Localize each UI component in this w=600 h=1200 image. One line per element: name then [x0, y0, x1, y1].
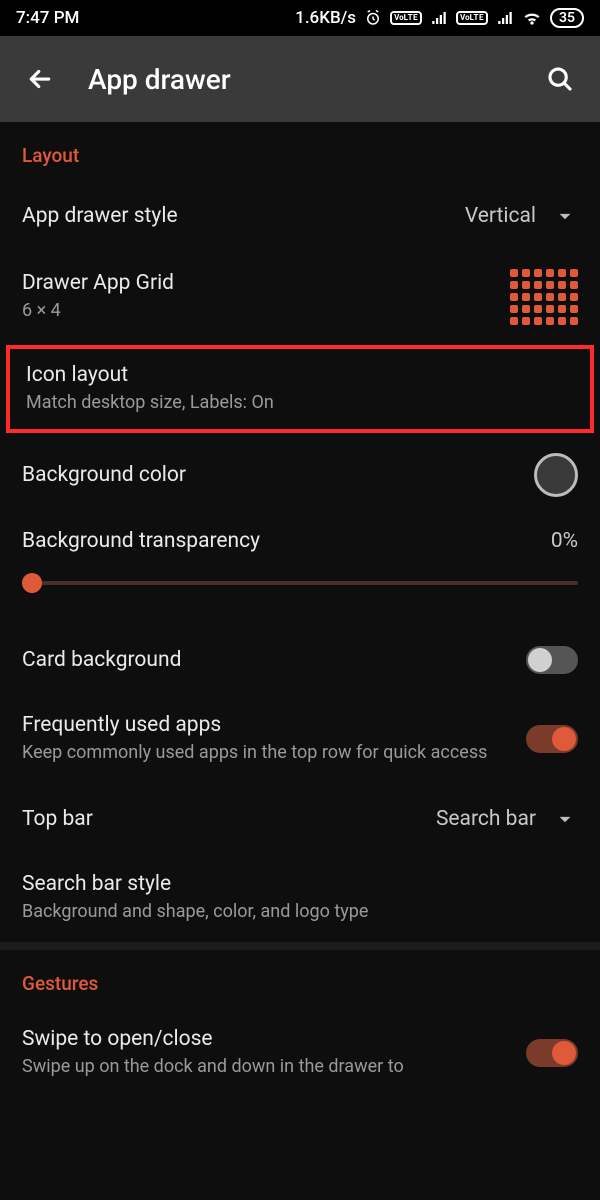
switch-knob	[552, 727, 576, 751]
status-time: 7:47 PM	[16, 8, 79, 28]
app-bar: App drawer	[0, 36, 600, 122]
chevron-down-icon	[552, 806, 578, 832]
pref-app-drawer-style[interactable]: App drawer style Vertical	[0, 181, 600, 251]
pref-swipe-open-close[interactable]: Swipe to open/close Swipe up on the dock…	[0, 1009, 600, 1079]
search-button[interactable]	[540, 59, 580, 99]
pref-title: Icon layout	[26, 363, 574, 387]
section-header-layout: Layout	[0, 122, 600, 181]
switch-knob	[528, 648, 552, 672]
pref-title: Top bar	[22, 807, 420, 831]
signal-icon-1	[430, 9, 448, 27]
slider-thumb[interactable]	[22, 573, 42, 593]
slider-track	[22, 581, 578, 585]
pref-value: Search bar	[436, 807, 536, 831]
pref-drawer-grid[interactable]: Drawer App Grid 6 × 4	[0, 251, 600, 343]
switch-knob	[552, 1041, 576, 1065]
pref-subtitle: Keep commonly used apps in the top row f…	[22, 741, 510, 765]
volte-icon-1: VoLTE	[390, 11, 422, 25]
status-net-speed: 1.6KB/s	[295, 8, 356, 28]
screen: 7:47 PM 1.6KB/s VoLTE VoLTE 35 App drawe…	[0, 0, 600, 1200]
pref-value: 0%	[551, 529, 578, 553]
pref-title: Background transparency	[22, 529, 260, 553]
chevron-down-icon	[552, 203, 578, 229]
pref-card-background[interactable]: Card background	[0, 625, 600, 695]
battery-indicator: 35	[550, 8, 584, 28]
pref-background-color[interactable]: Background color	[0, 435, 600, 515]
pref-subtitle: Background and shape, color, and logo ty…	[22, 900, 578, 924]
pref-title: Card background	[22, 648, 510, 672]
slider[interactable]	[22, 573, 578, 593]
section-divider	[0, 942, 600, 950]
pref-subtitle: 6 × 4	[22, 299, 494, 323]
alarm-icon	[364, 9, 382, 27]
color-swatch	[534, 453, 578, 497]
spacer	[0, 601, 600, 625]
pref-title: Frequently used apps	[22, 713, 510, 737]
pref-title: Drawer App Grid	[22, 271, 494, 295]
section-header-gestures: Gestures	[0, 950, 600, 1009]
signal-icon-2	[496, 9, 514, 27]
switch-frequently-used[interactable]	[526, 725, 578, 753]
status-bar: 7:47 PM 1.6KB/s VoLTE VoLTE 35	[0, 0, 600, 36]
volte-icon-2: VoLTE	[456, 11, 488, 25]
pref-search-bar-style[interactable]: Search bar style Background and shape, c…	[0, 854, 600, 942]
switch-card-background[interactable]	[526, 646, 578, 674]
pref-frequently-used-apps[interactable]: Frequently used apps Keep commonly used …	[0, 695, 600, 783]
pref-title: Swipe to open/close	[22, 1027, 510, 1051]
content-scroll[interactable]: Layout App drawer style Vertical Drawer …	[0, 122, 600, 1200]
back-button[interactable]	[20, 59, 60, 99]
pref-value: Vertical	[465, 204, 536, 228]
pref-subtitle: Match desktop size, Labels: On	[26, 391, 574, 415]
switch-swipe-open-close[interactable]	[526, 1039, 578, 1067]
pref-top-bar[interactable]: Top bar Search bar	[0, 784, 600, 854]
status-right: 1.6KB/s VoLTE VoLTE 35	[295, 8, 584, 28]
pref-title: Background color	[22, 463, 518, 487]
pref-icon-layout[interactable]: Icon layout Match desktop size, Labels: …	[6, 345, 594, 433]
arrow-left-icon	[25, 64, 55, 94]
pref-title: Search bar style	[22, 872, 578, 896]
grid-preview-icon	[510, 269, 578, 325]
wifi-icon	[522, 8, 542, 28]
page-title: App drawer	[88, 63, 512, 96]
pref-title: App drawer style	[22, 204, 449, 228]
pref-background-transparency[interactable]: Background transparency 0%	[0, 515, 600, 601]
search-icon	[545, 64, 575, 94]
pref-subtitle: Swipe up on the dock and down in the dra…	[22, 1055, 510, 1079]
